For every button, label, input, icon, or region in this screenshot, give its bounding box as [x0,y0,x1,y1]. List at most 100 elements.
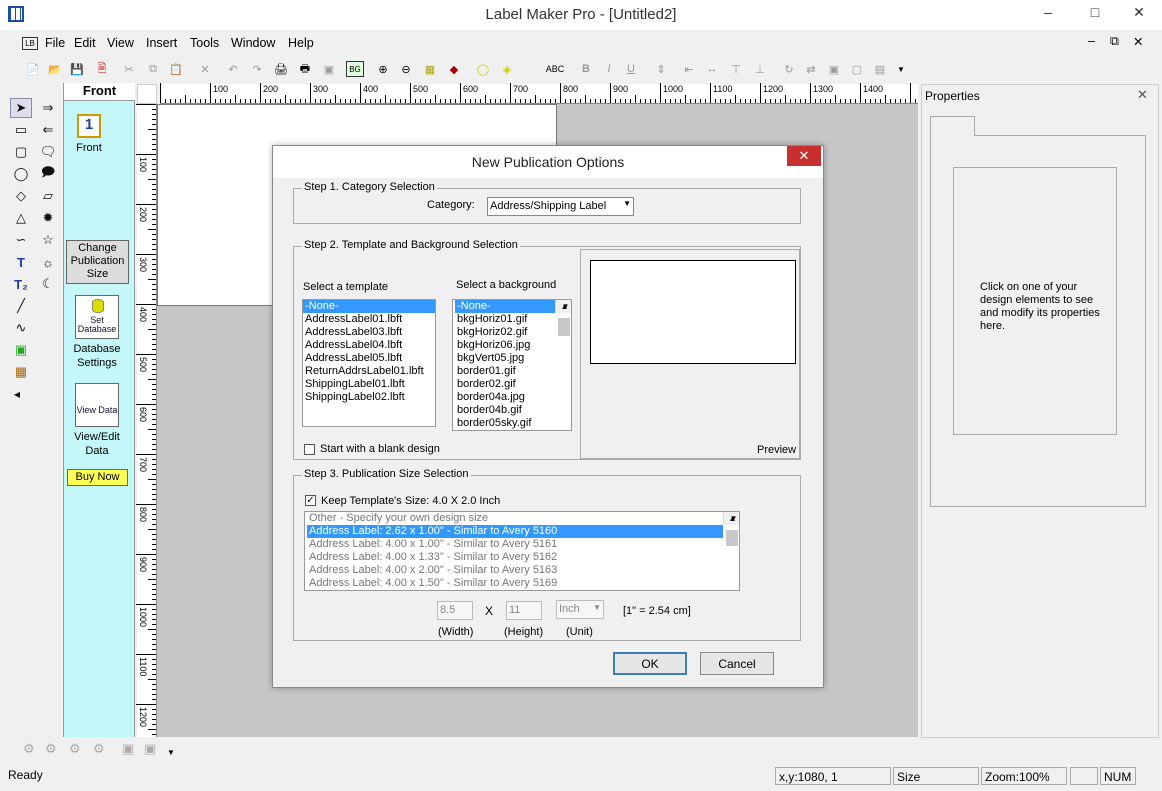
parallelogram-icon[interactable]: ▱ [37,186,59,206]
menu-view[interactable]: View [107,36,134,50]
template-item[interactable]: AddressLabel03.lbft [303,326,435,339]
background-item[interactable]: bkgHoriz06.jpg [455,339,555,352]
copy-icon[interactable]: ⧉ [144,61,162,77]
properties-tab[interactable] [930,116,975,136]
minimize-button[interactable]: – [1025,0,1071,24]
change-size-button[interactable]: Change Publication Size [66,240,129,284]
doc-icon[interactable]: LB [22,37,38,50]
open-icon[interactable]: 📂 [46,61,64,77]
picture-icon[interactable]: ▣ [320,61,338,77]
background-item[interactable]: bkgHoriz01.gif [455,313,555,326]
arrange-1-icon[interactable]: ▣ [122,741,134,757]
template-item[interactable]: -None- [303,300,435,313]
moon-icon[interactable]: ☾ [37,274,59,294]
maximize-button[interactable]: □ [1072,0,1118,24]
layer-1-icon[interactable]: ⚙ [23,741,35,757]
undo-icon[interactable]: ↶ [224,61,242,77]
mdi-minimize-icon[interactable]: – [1088,34,1095,48]
delete-icon[interactable]: ✕ [196,61,214,77]
grid-icon[interactable]: ▦ [421,61,439,77]
background-item[interactable]: border01.gif [455,365,555,378]
size-scroll-down-icon[interactable]: ▼ [726,512,739,525]
more-tools-icon[interactable]: ◀ [6,384,28,404]
properties-close-icon[interactable]: ✕ [1137,87,1148,103]
background-item[interactable]: border04a.jpg [455,391,555,404]
menu-window[interactable]: Window [231,36,275,50]
freeform-icon[interactable]: ∽ [10,230,32,250]
template-list[interactable]: -None- AddressLabel01.lbft AddressLabel03.… [302,299,436,427]
template-item[interactable]: ShippingLabel01.lbft [303,378,435,391]
unit-select[interactable]: Inch ▼ [556,600,604,619]
size-item[interactable]: Address Label: 4.00 x 1.00" - Similar to… [307,538,723,551]
background-icon[interactable]: BG [346,61,364,77]
mdi-close-icon[interactable]: ✕ [1133,34,1143,49]
size-scrollbar[interactable]: ▲ ▼ [723,512,739,546]
menu-insert[interactable]: Insert [146,36,177,50]
zoom-in-icon[interactable]: ⊕ [374,61,392,77]
star-icon[interactable]: ☆ [37,230,59,250]
layer-2-icon[interactable]: ⚙ [45,741,57,757]
dialog-close-button[interactable]: ✕ [787,146,821,166]
image-icon[interactable]: ▣ [10,340,32,360]
cancel-button[interactable]: Cancel [700,652,774,675]
template-item[interactable]: ReturnAddrsLabel01.lbft [303,365,435,378]
buy-now-button[interactable]: Buy Now [67,469,128,486]
arrow-left-icon[interactable]: ⇐ [37,120,59,140]
arrange-2-icon[interactable]: ▣ [144,741,156,757]
seal-icon[interactable]: ✹ [37,208,59,228]
save-icon[interactable]: 💾 [68,61,86,77]
ellipse-icon[interactable]: ◯ [10,164,32,184]
cut-icon[interactable]: ✂ [120,61,138,77]
fill-icon[interactable]: ◈ [498,61,516,77]
template-item[interactable]: ShippingLabel02.lbft [303,391,435,404]
background-item[interactable]: bkgHoriz02.gif [455,326,555,339]
background-item[interactable]: border05sky.gif [455,417,555,430]
size-item[interactable]: Address Label: 4.00 x 1.33" - Similar to… [307,551,723,564]
send-back-icon[interactable]: ▢ [848,61,866,77]
background-item[interactable]: bkgVert05.jpg [455,352,555,365]
keep-size-checkbox[interactable]: ✓ [305,495,316,506]
template-item[interactable]: AddressLabel01.lbft [303,313,435,326]
bottom-overflow-icon[interactable]: ▼ [167,748,175,757]
print-icon[interactable]: 🖶 [296,61,314,77]
background-list[interactable]: -None-bkgHoriz01.gif bkgHoriz02.gif bkgHor… [452,299,572,431]
arrow-right-icon[interactable]: ⇒ [37,98,59,118]
menu-help[interactable]: Help [288,36,314,50]
eraser-icon[interactable]: ◆ [445,61,463,77]
scroll-down-icon[interactable]: ▼ [558,300,571,313]
art-text-icon[interactable]: T₂ [10,274,32,294]
size-item[interactable]: Address Label: 2.62 x 1.00" - Similar to… [307,525,723,538]
rectangle-icon[interactable]: ▭ [10,120,32,140]
menu-tools[interactable]: Tools [190,36,219,50]
category-select[interactable]: Address/Shipping Label ▼ [487,197,634,216]
width-input[interactable]: 8.5 [437,601,473,620]
background-item[interactable]: border02.gif [455,378,555,391]
barcode-icon[interactable]: ▦ [10,362,32,382]
size-scroll-thumb[interactable] [726,530,738,546]
select-arrow-icon[interactable]: ➤ [10,98,32,118]
layer-3-icon[interactable]: ⚙ [69,741,81,757]
layer-4-icon[interactable]: ⚙ [93,741,105,757]
group-icon[interactable]: ▤ [871,61,889,77]
rotate-icon[interactable]: ↻ [780,61,798,77]
text-icon[interactable]: T [10,252,32,272]
print-preview-icon[interactable]: 🖨 [272,61,290,77]
toolbar-overflow-icon[interactable]: ▼ [892,61,910,77]
page-thumbnail-icon[interactable]: 1 [77,114,101,138]
front-tab[interactable]: Front [64,83,135,101]
curve-icon[interactable]: ∿ [10,318,32,338]
background-item[interactable]: border04b.gif [455,404,555,417]
database-icon[interactable]: ◯ [474,61,492,77]
flip-icon[interactable]: ⇄ [802,61,820,77]
menu-edit[interactable]: Edit [74,36,96,50]
line-icon[interactable]: ╱ [10,296,32,316]
bring-front-icon[interactable]: ▣ [825,61,843,77]
spellcheck-icon[interactable]: ABC [546,61,565,77]
size-list[interactable]: Other - Specify your own design size Addr… [304,511,740,591]
rounded-rectangle-icon[interactable]: ▢ [10,142,32,162]
align-center-icon[interactable]: ↔ [703,61,721,77]
redo-icon[interactable]: ↷ [248,61,266,77]
background-item[interactable]: -None- [455,300,555,313]
underline-icon[interactable]: U [622,61,640,77]
height-input[interactable]: 11 [506,601,542,620]
